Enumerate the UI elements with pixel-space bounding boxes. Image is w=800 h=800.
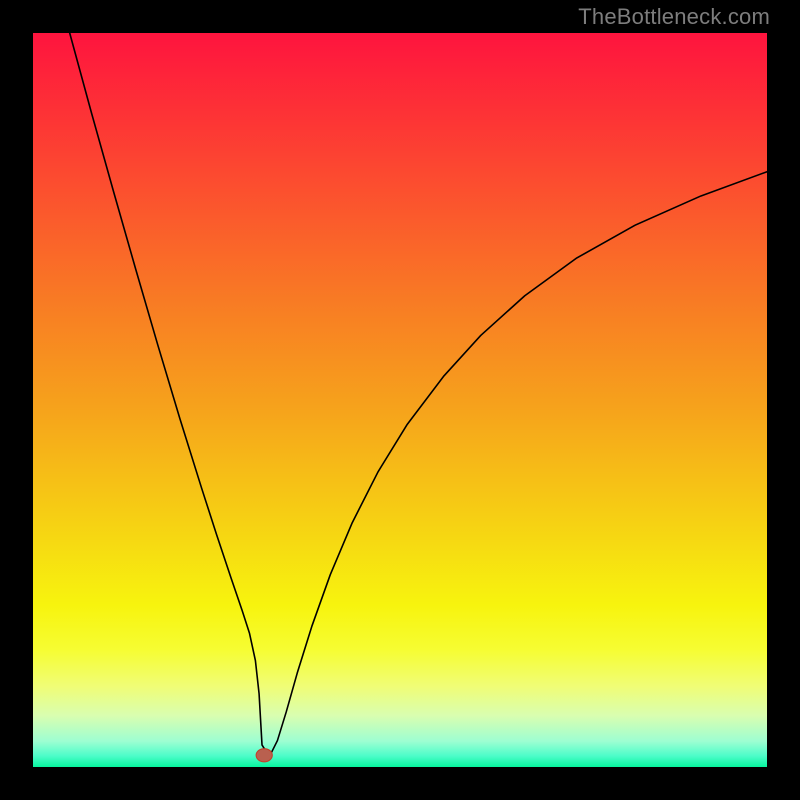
outer-frame: TheBottleneck.com	[0, 0, 800, 800]
watermark-text: TheBottleneck.com	[578, 4, 770, 30]
gradient-background	[33, 33, 767, 767]
chart-svg	[33, 33, 767, 767]
optimum-marker	[256, 749, 272, 762]
plot-area	[33, 33, 767, 767]
